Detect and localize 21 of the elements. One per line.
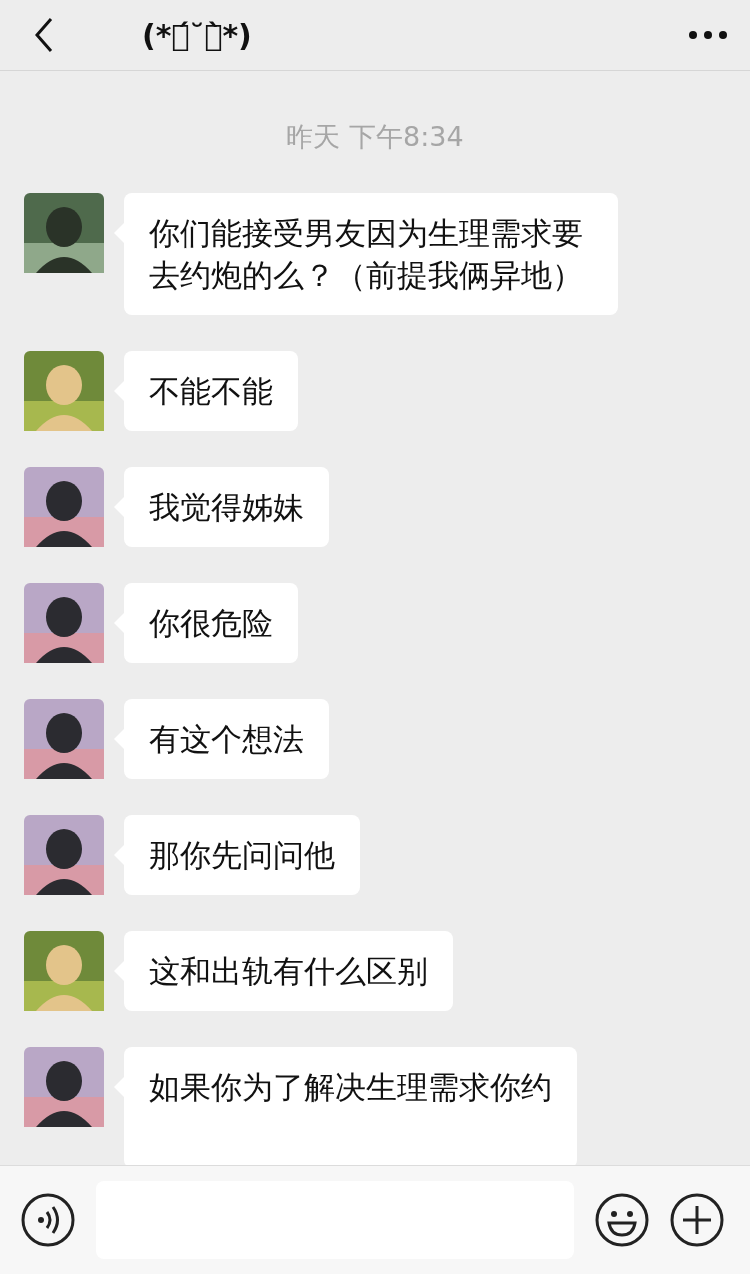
timestamp: 昨天 下午8:34: [285, 120, 465, 154]
message-bubble: 如果你为了解决生理需求你约: [124, 1047, 577, 1165]
message-bubble: 不能不能: [124, 351, 298, 431]
avatar[interactable]: [24, 467, 104, 547]
chat-title: (*ต́˘ต̀*): [142, 17, 253, 53]
plus-icon[interactable]: [670, 1193, 724, 1247]
emoji-icon[interactable]: [595, 1193, 649, 1247]
avatar[interactable]: [24, 699, 104, 779]
avatar[interactable]: [24, 193, 104, 273]
avatar[interactable]: [24, 1047, 104, 1127]
message-bubble: 那你先问问他: [124, 815, 360, 895]
avatar[interactable]: [24, 815, 104, 895]
message-bubble: 你很危险: [124, 583, 298, 663]
voice-icon[interactable]: [21, 1193, 75, 1247]
message-bubble: 你们能接受男友因为生理需求要去约炮的么？（前提我俩异地）: [124, 193, 618, 315]
message-bubble: 有这个想法: [124, 699, 329, 779]
back-icon[interactable]: [34, 17, 54, 53]
avatar[interactable]: [24, 583, 104, 663]
message-bubble: 我觉得姊妹: [124, 467, 329, 547]
more-icon[interactable]: [688, 30, 728, 40]
message-bubble: 这和出轨有什么区别: [124, 931, 453, 1011]
